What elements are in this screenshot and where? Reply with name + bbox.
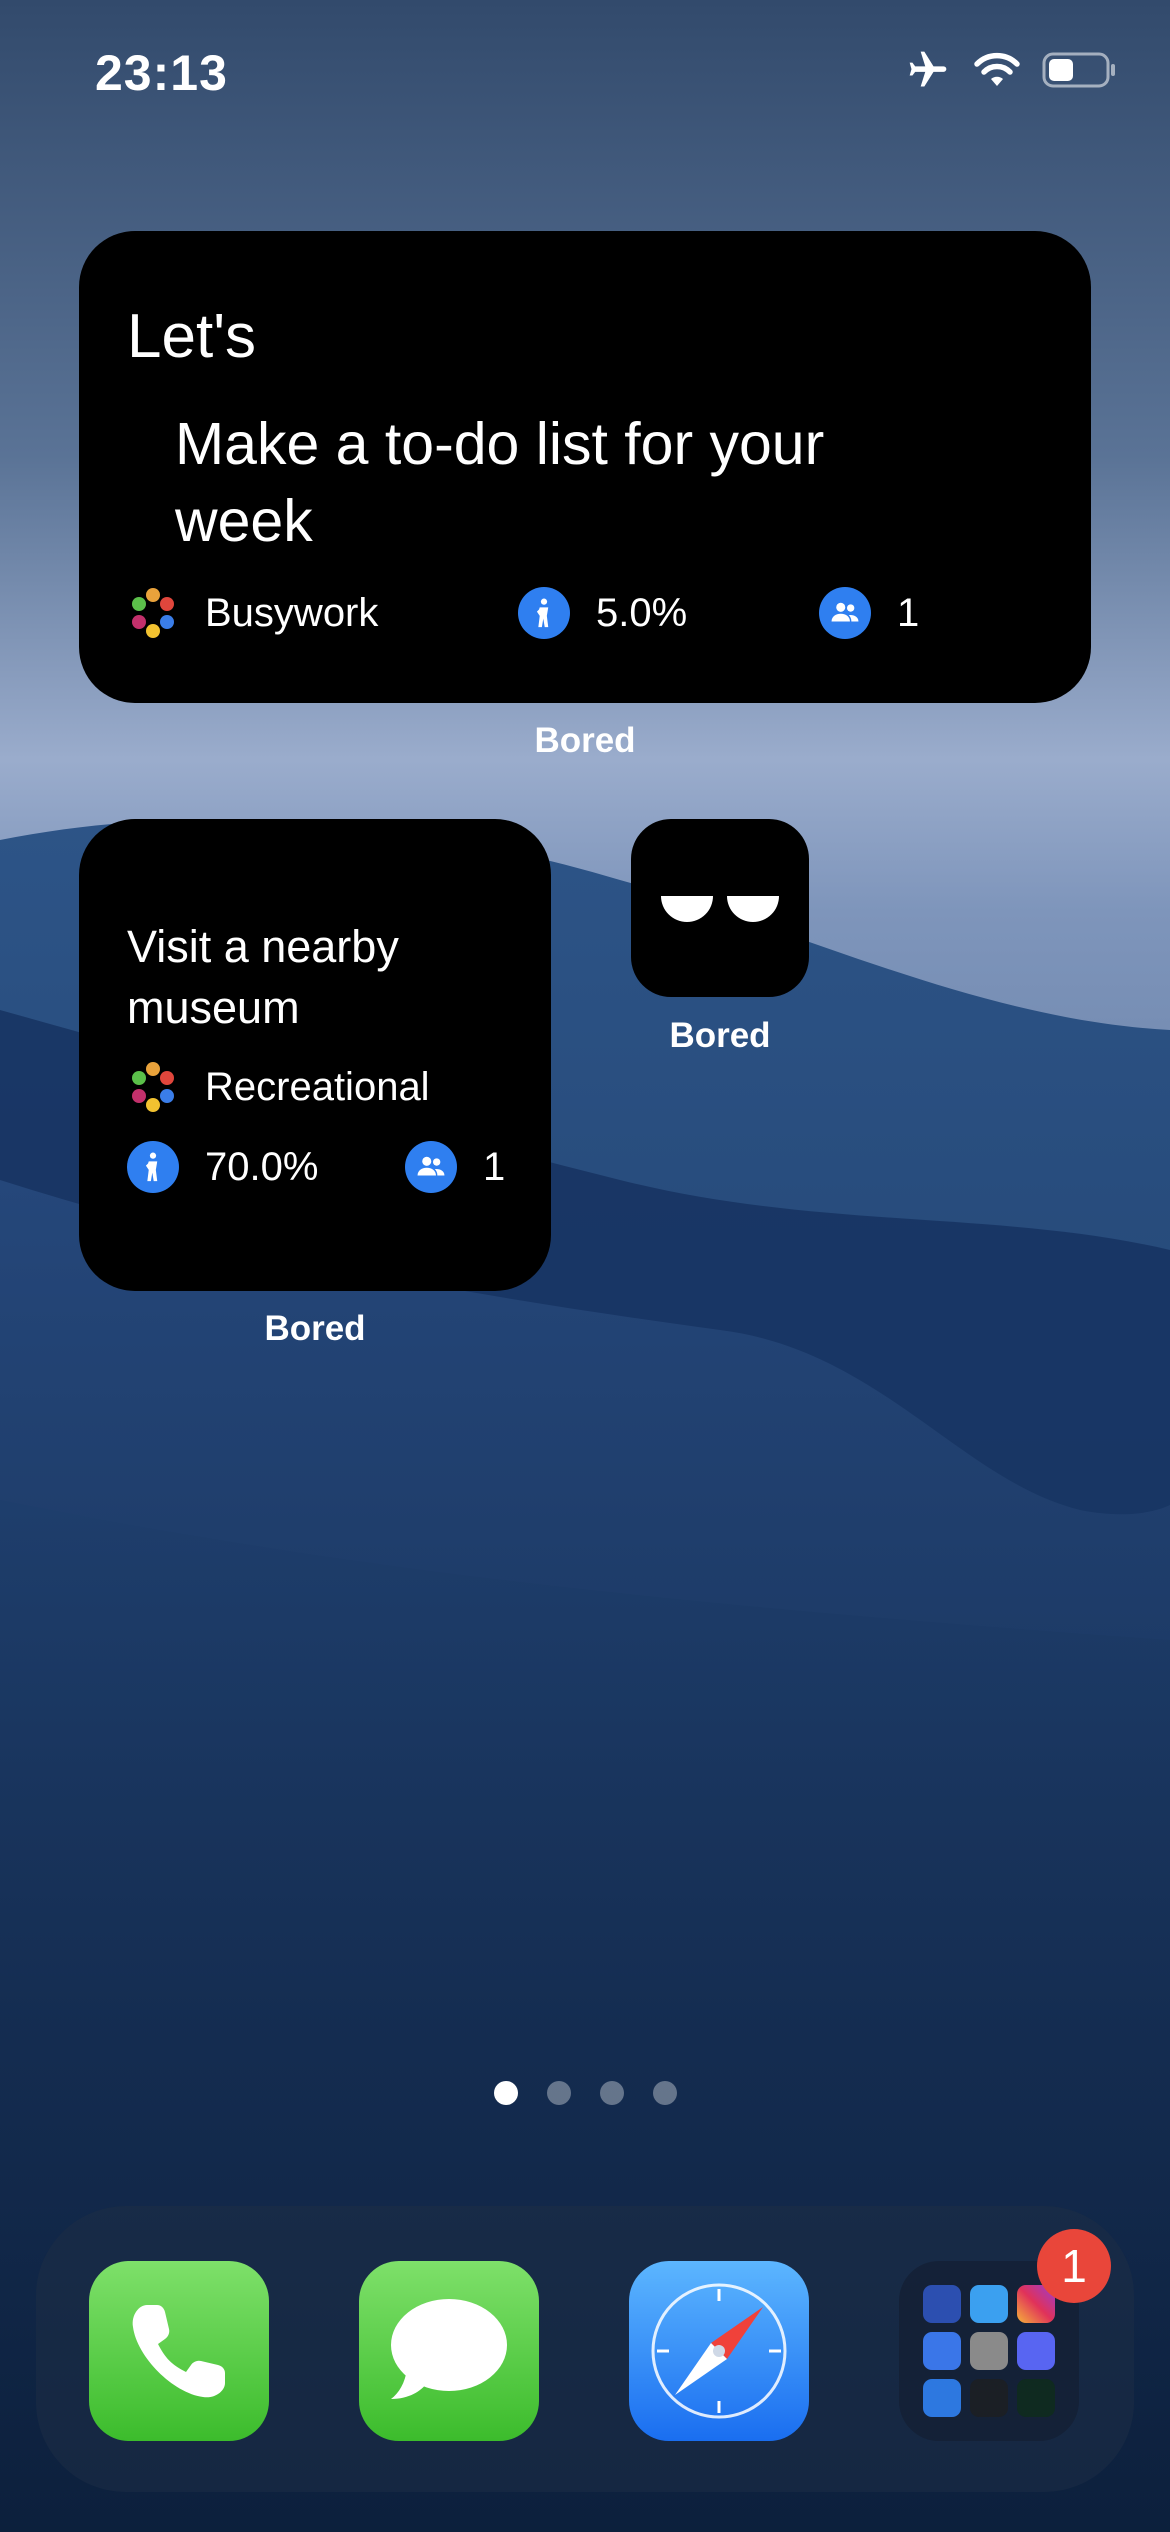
phone-app[interactable] bbox=[89, 2261, 269, 2441]
wifi-icon bbox=[974, 52, 1020, 86]
participants-stat: 1 bbox=[819, 587, 919, 639]
participants-value: 1 bbox=[483, 1144, 506, 1189]
notification-badge: 1 bbox=[1037, 2229, 1111, 2303]
page-dot-3[interactable] bbox=[599, 2081, 624, 2105]
activity-title: Make a to-do list for your week bbox=[175, 411, 825, 554]
battery-fill bbox=[1049, 59, 1073, 81]
app-label-bored: Bored bbox=[669, 1016, 771, 1055]
accessibility-stat-small: 70.0% bbox=[127, 1141, 318, 1193]
accessibility-icon bbox=[127, 1141, 179, 1193]
fitness-mini-icon bbox=[1017, 2379, 1055, 2417]
phone-icon bbox=[132, 2305, 225, 2398]
airplane-mode-icon bbox=[909, 51, 947, 87]
compass-icon bbox=[651, 2283, 787, 2419]
participants-icon bbox=[819, 587, 871, 639]
sleepy-eyes-icon bbox=[661, 896, 779, 922]
page-dot-1[interactable] bbox=[493, 2081, 518, 2105]
safari-app[interactable] bbox=[629, 2261, 809, 2441]
discord-mini-icon bbox=[1017, 2332, 1055, 2370]
twitter-mini-icon bbox=[970, 2285, 1008, 2323]
speech-bubble-icon bbox=[391, 2299, 507, 2399]
activity-type-label: Recreational bbox=[205, 1064, 430, 1109]
battery-icon bbox=[1042, 52, 1115, 88]
status-icons bbox=[904, 48, 1118, 92]
accessibility-value: 5.0% bbox=[596, 590, 688, 635]
notion-mini-icon bbox=[923, 2285, 961, 2323]
accessibility-value: 70.0% bbox=[205, 1144, 319, 1189]
page-dot-4[interactable] bbox=[652, 2081, 677, 2105]
accessibility-stat: 5.0% bbox=[518, 587, 687, 639]
photo-mini-icon bbox=[970, 2332, 1008, 2370]
shortcuts-mini-icon bbox=[970, 2379, 1008, 2417]
bored-large-widget[interactable]: Let's Make a to-do list for your week Bu… bbox=[79, 231, 1091, 703]
messages-app[interactable] bbox=[359, 2261, 539, 2441]
widget-prefix: Let's bbox=[127, 302, 257, 371]
participants-icon bbox=[405, 1141, 457, 1193]
activity-type-label: Busywork bbox=[205, 590, 379, 635]
code-mini-icon bbox=[923, 2379, 961, 2417]
widget-label-small: Bored bbox=[264, 1309, 366, 1348]
category-dots-icon bbox=[132, 588, 174, 638]
page-indicator[interactable] bbox=[0, 2081, 1170, 2105]
activity-type: Busywork bbox=[127, 587, 378, 639]
accessibility-icon bbox=[518, 587, 570, 639]
activity-type-small: Recreational bbox=[127, 1061, 430, 1113]
widget-label-large: Bored bbox=[534, 721, 636, 760]
signal-mini-icon bbox=[923, 2332, 961, 2370]
bored-small-widget[interactable]: Visit a nearby museum Recreational 70.0%… bbox=[79, 819, 551, 1291]
activity-title-small: Visit a nearby museum bbox=[127, 921, 399, 1033]
bored-app-icon[interactable] bbox=[631, 819, 809, 997]
status-time: 23:13 bbox=[95, 45, 228, 101]
category-dots-icon bbox=[132, 1062, 174, 1112]
page-dot-2[interactable] bbox=[546, 2081, 571, 2105]
participants-stat-small: 1 bbox=[405, 1141, 505, 1193]
participants-value: 1 bbox=[897, 590, 920, 635]
